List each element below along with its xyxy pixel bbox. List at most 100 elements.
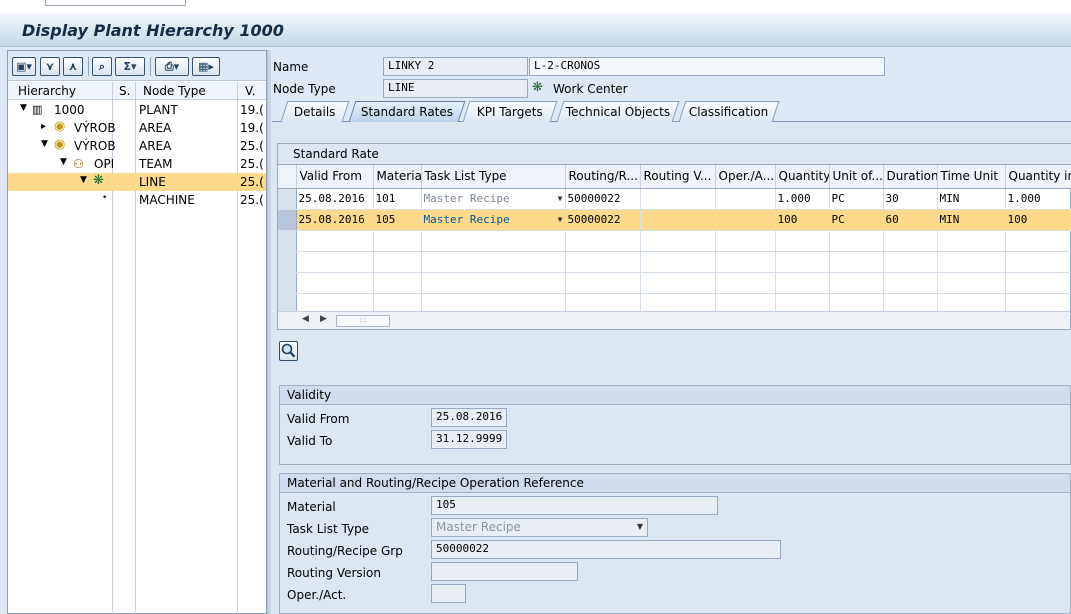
routing-recipe-grp-label: Routing/Recipe Grp (287, 544, 403, 558)
col-unit[interactable]: Unit of... (829, 165, 884, 189)
work-center-icon: ❋ (93, 173, 104, 188)
col-quantity-in[interactable]: Quantity in (1005, 165, 1071, 189)
col-duration[interactable]: Duration (883, 165, 938, 189)
collapse-arrow-icon[interactable]: ▼ (20, 103, 27, 113)
tab-kpi-targets[interactable]: KPI Targets (462, 101, 558, 122)
hierarchy-tree-pane: ▣▾ ⋎ ⋏ ⌕ Σ▾ ⎙▾ ▦▸ Hierarchy S. Node Type… (7, 50, 267, 614)
tree-row-selected[interactable]: ▼ ❋ LINE 25.( (8, 173, 266, 191)
col-valid[interactable]: V. (245, 84, 255, 98)
col-task-list-type[interactable]: Task List Type (421, 165, 566, 189)
standard-rate-table: Standard Rate Valid From Material Task L… (277, 143, 1071, 330)
table-row[interactable]: 25.08.2016 101 ▼ Master Recipe 50000022 1… (278, 188, 1071, 210)
node-type-description: Work Center (553, 82, 628, 96)
valid-to-label: Valid To (287, 434, 333, 448)
scroll-right-icon[interactable]: ▶ (320, 314, 327, 324)
expand-arrow-icon[interactable]: ▸ (41, 121, 46, 132)
task-list-dropdown[interactable]: ▼ Master Recipe (421, 188, 566, 210)
row-selector[interactable] (278, 209, 297, 231)
tab-classification[interactable]: Classification (678, 101, 780, 122)
col-oper[interactable]: Oper./A... (715, 165, 776, 189)
collapse-icon[interactable]: ⋏ (63, 57, 83, 76)
grid-header-row: Valid From Material Task List Type Routi… (278, 165, 1071, 189)
row-selector[interactable] (278, 188, 297, 210)
task-list-type-dropdown[interactable]: Master Recipe ▼ (431, 518, 648, 537)
leaf-bullet-icon: • (102, 193, 108, 203)
material-field[interactable]: 105 (431, 496, 718, 515)
scroll-thumb[interactable]: ::: (336, 315, 390, 327)
scroll-left-icon[interactable]: ◀ (302, 314, 309, 324)
collapse-arrow-icon[interactable]: ▼ (41, 139, 48, 149)
tree-row[interactable]: • MACHINE 25.( (8, 191, 266, 209)
tree-row[interactable]: ▼ ◉ VÝROB AREA 25.( (8, 137, 266, 155)
material-reference-title: Material and Routing/Recipe Operation Re… (280, 474, 1070, 493)
routing-version-field[interactable] (431, 562, 578, 581)
pane-splitter[interactable] (267, 50, 271, 614)
select-all-cell[interactable] (278, 165, 297, 189)
select-layout-button[interactable]: ▣▾ (12, 57, 36, 76)
sum-button[interactable]: Σ▾ (115, 57, 145, 76)
task-list-type-label: Task List Type (287, 522, 370, 536)
area-icon: ◉ (54, 137, 66, 152)
layout-button[interactable]: ▦▸ (192, 57, 220, 76)
command-field[interactable] (45, 0, 186, 6)
name-field[interactable]: LINKY 2 (383, 57, 528, 76)
tab-strip: Details Standard Rates KPI Targets Techn… (272, 101, 1071, 122)
tab-details[interactable]: Details (280, 101, 350, 122)
tree-row[interactable]: ▸ ◉ VÝROB AREA 19.( (8, 119, 266, 137)
find-icon[interactable]: ⌕ (92, 57, 112, 76)
valid-from-field[interactable]: 25.08.2016 (431, 408, 507, 427)
tree-header: Hierarchy S. Node Type V. (8, 82, 266, 100)
empty-row[interactable] (278, 251, 1071, 273)
col-routing-version[interactable]: Routing V... (640, 165, 716, 189)
name-description-field[interactable]: L-2-CRONOS (529, 57, 885, 76)
rates-grid: Valid From Material Task List Type Routi… (278, 165, 1071, 315)
page-title: Display Plant Hierarchy 1000 (22, 21, 284, 40)
tab-standard-rates[interactable]: Standard Rates (348, 101, 466, 122)
dropdown-arrow-icon[interactable]: ▼ (558, 192, 564, 203)
expand-icon[interactable]: ⋎ (40, 57, 60, 76)
tree-row[interactable]: ▼ ▥ 1000 PLANT 19.( (8, 101, 266, 119)
dropdown-arrow-icon[interactable]: ▼ (637, 522, 643, 531)
team-icon: ⚇ (73, 157, 84, 171)
plant-icon: ▥ (32, 103, 43, 116)
work-center-icon: ❋ (532, 80, 543, 95)
table-title: Standard Rate (278, 144, 1071, 165)
validity-title: Validity (280, 386, 1070, 405)
tree-toolbar: ▣▾ ⋎ ⋏ ⌕ Σ▾ ⎙▾ ▦▸ (8, 51, 266, 81)
tree-row[interactable]: ▼ ⚇ OPI TEAM 25.( (8, 155, 266, 173)
command-bar (0, 0, 1071, 13)
validity-group: Validity (279, 385, 1071, 465)
node-type-field[interactable]: LINE (383, 79, 528, 98)
col-routing[interactable]: Routing/R... (565, 165, 641, 189)
horizontal-scrollbar[interactable]: ◀ ▶ ::: (278, 311, 1070, 329)
tab-technical-objects[interactable]: Technical Objects (556, 101, 680, 122)
name-label: Name (273, 60, 309, 74)
node-type-label: Node Type (273, 82, 336, 96)
area-icon: ◉ (54, 119, 66, 134)
magnifier-icon (281, 343, 296, 358)
valid-from-label: Valid From (287, 412, 350, 426)
valid-to-field[interactable]: 31.12.9999 (431, 430, 507, 449)
col-material[interactable]: Material (373, 165, 422, 189)
routing-version-label: Routing Version (287, 566, 381, 580)
oper-act-label: Oper./Act. (287, 588, 347, 602)
col-time-unit[interactable]: Time Unit (937, 165, 1006, 189)
table-row-selected[interactable]: 25.08.2016 105 ▼ Master Recipe 50000022 1… (278, 209, 1071, 231)
details-magnifier-button[interactable] (279, 341, 298, 361)
col-valid-from[interactable]: Valid From (296, 165, 374, 189)
empty-row[interactable] (278, 230, 1071, 252)
task-list-dropdown[interactable]: ▼ Master Recipe (421, 209, 566, 231)
print-button[interactable]: ⎙▾ (155, 57, 189, 76)
col-hierarchy[interactable]: Hierarchy (18, 84, 76, 98)
routing-recipe-grp-field[interactable]: 50000022 (431, 540, 781, 559)
col-status[interactable]: S. (119, 84, 130, 98)
material-label: Material (287, 500, 336, 514)
col-quantity[interactable]: Quantity (775, 165, 830, 189)
collapse-arrow-icon[interactable]: ▼ (60, 157, 67, 167)
title-bar: Display Plant Hierarchy 1000 (0, 13, 1071, 47)
dropdown-arrow-icon[interactable]: ▼ (558, 213, 564, 224)
oper-act-field[interactable] (431, 584, 466, 603)
empty-row[interactable] (278, 272, 1071, 294)
collapse-arrow-icon[interactable]: ▼ (80, 175, 87, 185)
col-node-type[interactable]: Node Type (143, 84, 206, 98)
